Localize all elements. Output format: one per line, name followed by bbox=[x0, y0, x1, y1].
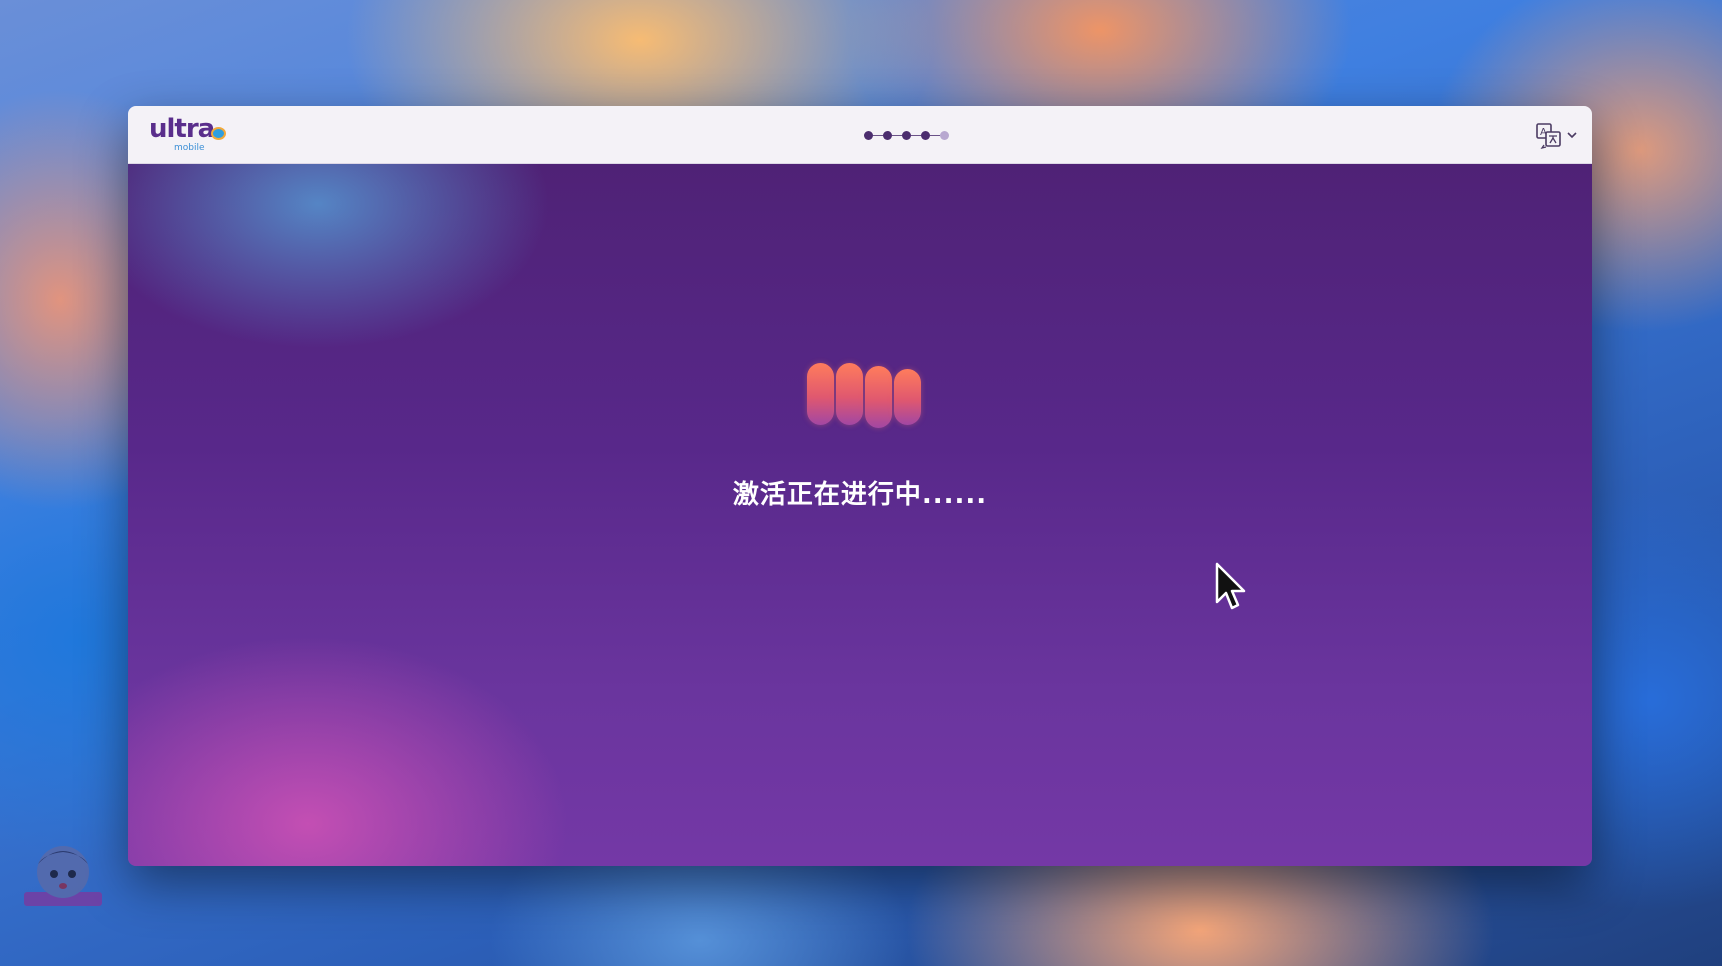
chevron-down-icon bbox=[1567, 132, 1577, 139]
ultra-mobile-logo[interactable]: ultra mobile bbox=[149, 114, 239, 154]
progress-steps bbox=[864, 128, 956, 142]
loading-bars-icon bbox=[807, 363, 927, 429]
desktop-background: ultra mobile A 激活正在进行中...... bbox=[0, 0, 1722, 966]
loader-bar bbox=[865, 366, 892, 428]
step-dot-2 bbox=[883, 131, 892, 140]
header-bar: ultra mobile A bbox=[128, 106, 1592, 164]
step-dot-4 bbox=[921, 131, 930, 140]
browser-window: ultra mobile A 激活正在进行中...... bbox=[128, 106, 1592, 866]
step-connector bbox=[873, 135, 883, 136]
activation-panel: 激活正在进行中...... bbox=[128, 164, 1592, 866]
streamer-avatar-icon bbox=[24, 846, 102, 906]
step-dot-3 bbox=[902, 131, 911, 140]
step-connector bbox=[892, 135, 902, 136]
loader-bar bbox=[836, 363, 863, 425]
step-dot-1 bbox=[864, 131, 873, 140]
activation-status-text: 激活正在进行中...... bbox=[732, 480, 988, 510]
loader-bar bbox=[807, 363, 834, 425]
logo-bubble-icon bbox=[211, 127, 226, 140]
step-connector bbox=[930, 135, 940, 136]
step-dot-5 bbox=[940, 131, 949, 140]
loader-bar bbox=[894, 369, 921, 425]
mouse-cursor-icon bbox=[1215, 562, 1246, 610]
logo-wordmark: ultra bbox=[149, 114, 215, 144]
logo-subtext: mobile bbox=[174, 143, 205, 153]
step-connector bbox=[911, 135, 921, 136]
language-selector[interactable]: A bbox=[1534, 121, 1580, 151]
